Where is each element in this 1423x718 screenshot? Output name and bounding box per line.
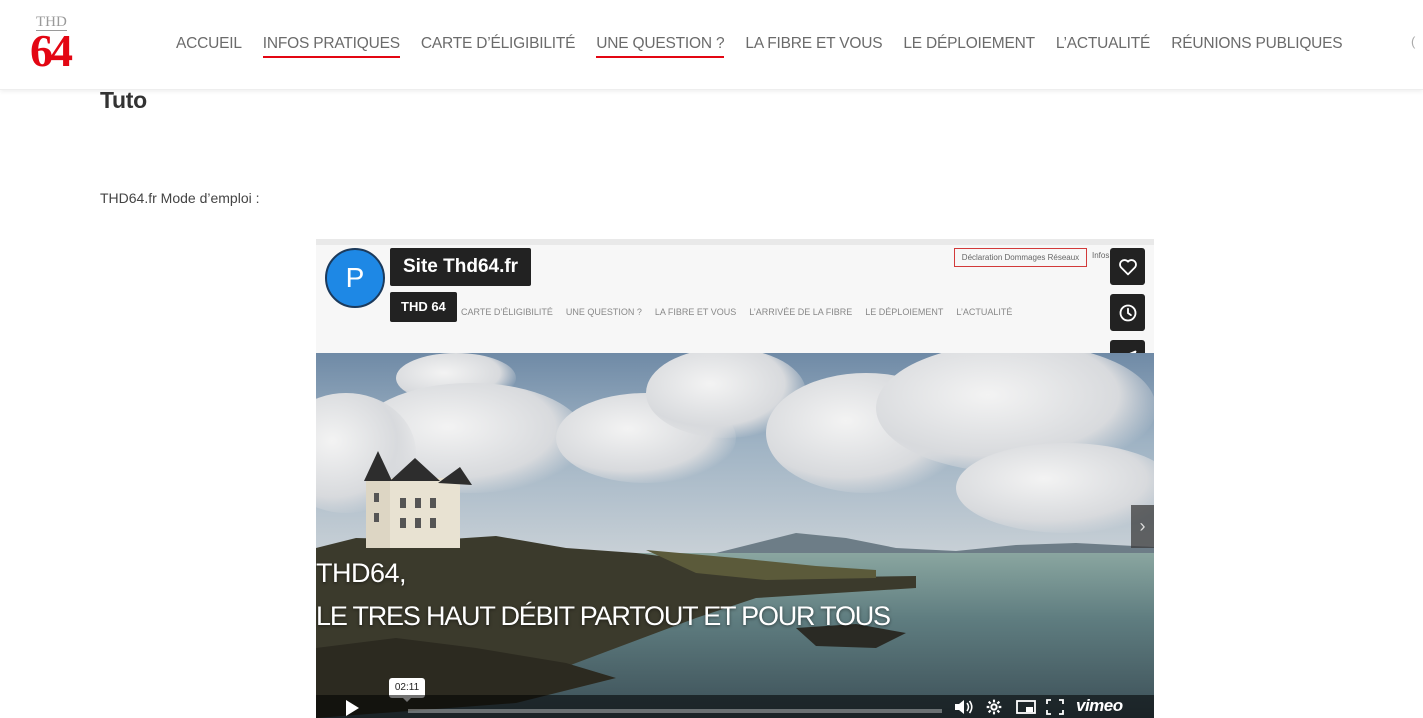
nav-item-une-question[interactable]: UNE QUESTION ? [596, 34, 725, 58]
settings-gear-icon[interactable] [985, 699, 1003, 715]
like-button[interactable] [1110, 248, 1145, 285]
site-logo[interactable]: THD 64 [28, 12, 88, 78]
page-title: Tuto [100, 87, 147, 113]
channel-avatar[interactable]: P [325, 248, 385, 308]
volume-icon[interactable] [954, 699, 974, 715]
nav-item-infos-pratiques[interactable]: INFOS PRATIQUES [262, 34, 400, 58]
embedded-nav-item: LE DÉPLOIEMENT [865, 307, 944, 317]
video-byline[interactable]: THD 64 [390, 292, 457, 322]
watch-later-button[interactable] [1110, 294, 1145, 331]
heart-icon [1118, 258, 1137, 275]
player-controls: vimeo [316, 695, 1154, 718]
video-title[interactable]: Site Thd64.fr [390, 248, 532, 286]
next-video-button[interactable]: › [1131, 505, 1154, 548]
nav-item-accueil[interactable]: ACCUEIL [176, 34, 242, 58]
embedded-nav-item: LA FIBRE ET VOUS [654, 307, 737, 317]
main-nav: ACCUEIL INFOS PRATIQUES CARTE D’ÉLIGIBIL… [176, 34, 1363, 58]
villa-building [364, 451, 472, 548]
embedded-nav-item: UNE QUESTION ? [565, 307, 642, 317]
nav-item-le-deploiement[interactable]: LE DÉPLOIEMENT [903, 34, 1035, 58]
nav-item-la-fibre-et-vous[interactable]: LA FIBRE ET VOUS [745, 34, 882, 58]
vimeo-logo[interactable]: vimeo [1076, 696, 1123, 716]
video-overlay-title: THD64, [316, 558, 407, 588]
picture-in-picture-icon[interactable] [1016, 699, 1036, 715]
nav-item-carte-eligibilite[interactable]: CARTE D’ÉLIGIBILITÉ [421, 34, 576, 58]
video-frame[interactable]: THD64, LE TRES HAUT DÉBIT PARTOUT ET POU… [316, 353, 1154, 718]
intro-text: THD64.fr Mode d’emploi : [100, 190, 260, 206]
embedded-info-clip: Infos [1092, 251, 1110, 260]
video-embed[interactable]: Déclaration Dommages Réseaux Infos CARTE… [316, 239, 1154, 718]
play-button[interactable] [346, 700, 359, 716]
embedded-nav-item: L’ARRIVÉE DE LA FIBRE [749, 307, 853, 317]
fullscreen-icon[interactable] [1046, 699, 1064, 715]
clock-icon [1119, 304, 1136, 321]
embedded-nav-item: CARTE D’ÉLIGIBILITÉ [461, 307, 553, 317]
video-overlay-subtitle: LE TRES HAUT DÉBIT PARTOUT ET POUR TOUS [316, 601, 891, 631]
embedded-nav-item: L’ACTUALITÉ [956, 307, 1013, 317]
embedded-topbar [316, 239, 1154, 245]
embedded-nav: CARTE D’ÉLIGIBILITÉ UNE QUESTION ? LA FI… [461, 307, 1025, 317]
header-edge-mark: ( [1411, 34, 1416, 49]
nav-item-reunions-publiques[interactable]: RÉUNIONS PUBLIQUES [1171, 34, 1342, 58]
embedded-declaration-link: Déclaration Dommages Réseaux [954, 248, 1087, 267]
logo-big-text: 64 [30, 25, 73, 76]
site-header: THD 64 ACCUEIL INFOS PRATIQUES CARTE D’É… [0, 0, 1423, 90]
nav-item-actualite[interactable]: L’ACTUALITÉ [1056, 34, 1150, 58]
progress-bar[interactable] [408, 709, 942, 713]
